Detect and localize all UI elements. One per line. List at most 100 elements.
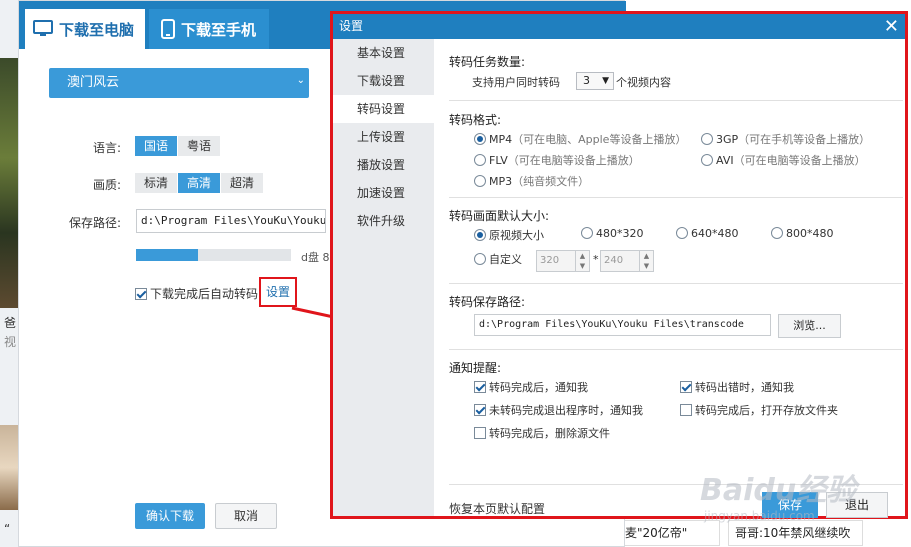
radio-button[interactable] — [474, 175, 486, 187]
size-option-800x480[interactable]: 800*480 — [771, 227, 834, 240]
dropdown-arrow-icon: ▼ — [602, 76, 609, 86]
spinner-arrows-icon[interactable]: ▲ ▼ — [639, 251, 653, 271]
video-title: 澳门风云 — [67, 75, 120, 90]
divider — [449, 283, 903, 284]
video-title-box: 澳门风云 ⌄ — [49, 68, 309, 98]
language-option-cantonese[interactable]: 粤语 — [178, 136, 221, 156]
news-link[interactable]: 哥哥:10年禁风继续吹 — [728, 520, 863, 546]
notify-on-complete[interactable]: 转码完成后，通知我 — [474, 379, 588, 395]
language-option-mandarin[interactable]: 国语 — [135, 136, 178, 156]
notify-on-exit-unfinished[interactable]: 未转码完成退出程序时，通知我 — [474, 402, 643, 418]
size-option-original[interactable]: 原视频大小 — [474, 227, 544, 243]
disk-info: d盘 8 — [301, 251, 330, 264]
tab-download-to-pc[interactable]: 下载至电脑 — [25, 9, 145, 49]
quality-option-hd[interactable]: 高清 — [178, 173, 221, 193]
checkbox[interactable] — [474, 381, 486, 393]
video-subcaption: 视 — [4, 335, 17, 349]
language-label: 语言: — [93, 141, 122, 155]
nav-item-transcode[interactable]: 转码设置 — [333, 95, 434, 123]
close-icon[interactable]: ✕ — [884, 14, 899, 39]
custom-height-spinner[interactable]: 240 ▲ ▼ — [600, 250, 654, 272]
task-count-prefix: 支持用户同时转码 — [472, 76, 560, 89]
open-folder-on-complete[interactable]: 转码完成后，打开存放文件夹 — [680, 402, 838, 418]
custom-width-spinner[interactable]: 320 ▲ ▼ — [536, 250, 590, 272]
save-path-input[interactable]: d:\Program Files\YouKu\Youku Files — [136, 209, 326, 233]
divider — [449, 349, 903, 350]
divider — [449, 484, 903, 485]
times-sign: * — [593, 253, 599, 266]
size-option-custom[interactable]: 自定义 — [474, 251, 522, 267]
transcode-settings-panel: 转码任务数量: 支持用户同时转码 3 ▼ 个视频内容 转码格式: MP4（可在电… — [434, 39, 905, 518]
radio-button[interactable] — [771, 227, 783, 239]
nav-item-upgrade[interactable]: 软件升级 — [333, 207, 434, 235]
divider — [449, 197, 903, 198]
checkbox[interactable] — [680, 381, 692, 393]
checkbox[interactable] — [474, 427, 486, 439]
divider — [449, 100, 903, 101]
size-title: 转码画面默认大小: — [449, 209, 550, 223]
transcode-path-input[interactable]: d:\Program Files\YouKu\Youku Files\trans… — [474, 314, 771, 336]
video-thumbnail[interactable] — [0, 58, 18, 308]
delete-source-on-complete[interactable]: 转码完成后，删除源文件 — [474, 425, 610, 441]
task-count-value: 3 — [583, 74, 590, 87]
notify-on-error[interactable]: 转码出错时，通知我 — [680, 379, 794, 395]
nav-item-upload[interactable]: 上传设置 — [333, 123, 434, 151]
format-option-avi[interactable]: AVI（可在电脑等设备上播放） — [701, 152, 866, 168]
quality-label: 画质: — [93, 178, 122, 192]
save-path-title: 转码保存路径: — [449, 295, 526, 309]
cancel-button[interactable]: 取消 — [215, 503, 277, 529]
tab-label: 下载至电脑 — [59, 20, 135, 39]
confirm-download-button[interactable]: 确认下载 — [135, 503, 205, 529]
task-count-title: 转码任务数量: — [449, 55, 526, 69]
radio-button[interactable] — [474, 133, 486, 145]
news-link[interactable]: 麦"20亿帝" — [620, 520, 720, 546]
disk-usage-fill — [136, 249, 198, 261]
format-option-flv[interactable]: FLV（可在电脑等设备上播放） — [474, 152, 640, 168]
phone-icon — [161, 19, 175, 39]
language-selector: 国语 粤语 — [135, 136, 221, 156]
video-thumbnail[interactable] — [0, 425, 18, 510]
path-label: 保存路径: — [69, 216, 122, 230]
exit-button[interactable]: 退出 — [826, 492, 888, 518]
quality-option-uhd[interactable]: 超清 — [221, 173, 264, 193]
radio-button[interactable] — [581, 227, 593, 239]
auto-transcode-label: 下载完成后自动转码 — [150, 287, 259, 301]
disk-usage-bar — [136, 249, 291, 261]
radio-button[interactable] — [701, 133, 713, 145]
size-option-640x480[interactable]: 640*480 — [676, 227, 739, 240]
quality-selector: 标清 高清 超清 — [135, 173, 264, 193]
radio-button[interactable] — [701, 154, 713, 166]
video-caption: 爸 — [4, 316, 17, 330]
notify-title: 通知提醒: — [449, 361, 502, 375]
radio-button[interactable] — [474, 253, 486, 265]
nav-item-basic[interactable]: 基本设置 — [333, 39, 434, 67]
tab-download-to-phone[interactable]: 下载至手机 — [149, 9, 269, 49]
restore-defaults-link[interactable]: 恢复本页默认配置 — [449, 500, 545, 517]
nav-item-acceleration[interactable]: 加速设置 — [333, 179, 434, 207]
tab-label: 下载至手机 — [181, 20, 257, 39]
radio-button[interactable] — [474, 229, 486, 241]
video-caption: “ — [4, 522, 11, 536]
nav-item-playback[interactable]: 播放设置 — [333, 151, 434, 179]
format-title: 转码格式: — [449, 113, 502, 127]
auto-transcode-checkbox[interactable] — [135, 287, 147, 300]
nav-item-download[interactable]: 下载设置 — [333, 67, 434, 95]
monitor-icon — [33, 20, 53, 36]
radio-button[interactable] — [474, 154, 486, 166]
quality-option-sd[interactable]: 标清 — [135, 173, 178, 193]
auto-transcode-row[interactable]: 下载完成后自动转码 — [135, 285, 258, 302]
browse-button[interactable]: 浏览... — [778, 314, 841, 338]
size-option-480x320[interactable]: 480*320 — [581, 227, 644, 240]
format-option-mp3[interactable]: MP3（纯音频文件） — [474, 173, 589, 189]
format-option-3gp[interactable]: 3GP（可在手机等设备上播放） — [701, 131, 870, 147]
save-button[interactable]: 保存 — [762, 492, 818, 518]
format-option-mp4[interactable]: MP4（可在电脑、Apple等设备上播放） — [474, 131, 686, 147]
chevron-down-icon: ⌄ — [296, 75, 305, 86]
checkbox[interactable] — [474, 404, 486, 416]
radio-button[interactable] — [676, 227, 688, 239]
settings-nav: 基本设置 下载设置 转码设置 上传设置 播放设置 加速设置 软件升级 — [333, 39, 434, 516]
task-count-select[interactable]: 3 ▼ — [576, 72, 614, 90]
spinner-arrows-icon[interactable]: ▲ ▼ — [575, 251, 589, 271]
task-count-suffix: 个视频内容 — [616, 76, 671, 89]
checkbox[interactable] — [680, 404, 692, 416]
